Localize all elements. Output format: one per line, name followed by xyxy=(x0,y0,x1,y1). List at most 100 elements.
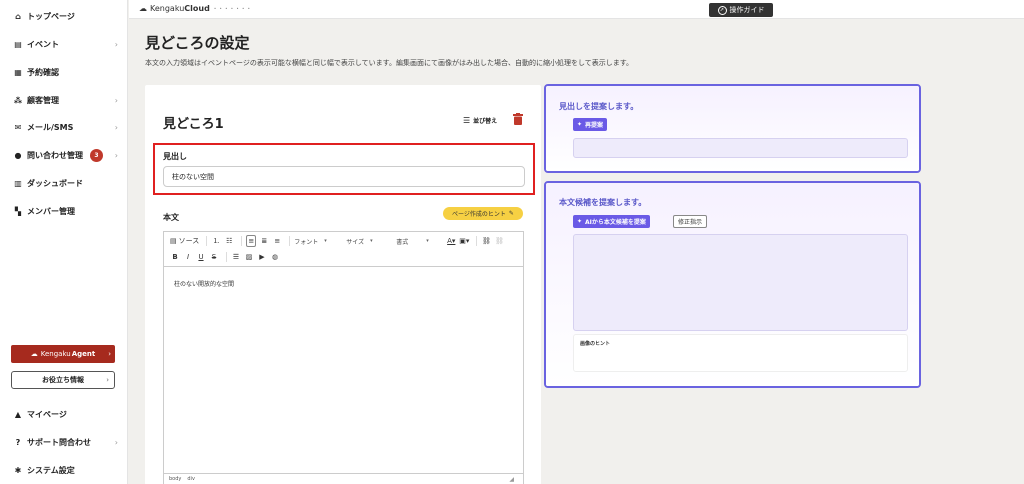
sidebar-item-system-settings[interactable]: ✱ システム設定 xyxy=(12,462,122,478)
link-icon[interactable]: ⛓ xyxy=(481,235,491,247)
ai-heading-title: 見出しを提案します。 xyxy=(559,102,639,111)
format-dropdown[interactable]: 書式 ▾ xyxy=(396,235,442,247)
image-icon[interactable]: ▨ xyxy=(244,251,254,263)
divider xyxy=(241,236,243,246)
sidebar: ⌂ トップページ ▤ イベント › ▦ 予約確認 ⁂ 顧客管理 › ✉ メール/… xyxy=(0,0,128,484)
chevron-right-icon: › xyxy=(106,376,109,384)
page-title: 見どころの設定 xyxy=(145,34,250,52)
chevron-right-icon: › xyxy=(114,122,118,132)
font-label: フォント xyxy=(294,238,319,246)
agent-suffix: Agent xyxy=(71,350,96,358)
operation-guide-button[interactable]: ➚ 操作ガイド xyxy=(709,3,773,17)
trash-icon[interactable] xyxy=(513,113,523,125)
resize-grip-icon[interactable]: ◢ xyxy=(509,476,514,483)
kengaku-cloud-logo[interactable]: ☁ Kengaku Cloud • • • • • • • xyxy=(139,4,251,13)
ai-body-title: 本文候補を提案します。 xyxy=(559,198,647,207)
size-dropdown[interactable]: サイズ ▾ xyxy=(346,235,392,247)
useful-info-button[interactable]: お役立ち情報 › xyxy=(11,371,115,389)
format-label: 書式 xyxy=(396,238,409,246)
rich-text-editor: ▤ ソース ⒈ ☷ ≡ ≣ ≡ フォント ▾ サイズ ▾ 書式 ▾ A▾ ▣▾ ⛓ ⛓ … xyxy=(163,231,524,484)
sidebar-item-mypage[interactable]: ▲ マイページ xyxy=(12,406,122,422)
chevron-right-icon: › xyxy=(114,437,118,447)
sparkle-icon: ✦ xyxy=(577,218,583,225)
sort-button[interactable]: ☰ 並び替え xyxy=(463,116,497,125)
sidebar-item-label: ダッシュボード xyxy=(27,178,83,188)
logo-subtitle: • • • • • • • xyxy=(213,6,251,11)
source-icon: ▤ xyxy=(170,237,177,245)
card-title: 見どころ1 xyxy=(163,117,224,132)
dropdown-arrow-icon: ▾ xyxy=(370,238,373,244)
sidebar-item-label: メール/SMS xyxy=(27,122,74,132)
pencil-icon: ✎ xyxy=(508,210,514,217)
ai-body-suggest-label: AIから本文候補を提案 xyxy=(585,219,646,226)
align-center-icon[interactable]: ≣ xyxy=(259,235,269,247)
document-icon: ▤ xyxy=(14,39,22,49)
source-button[interactable]: ▤ ソース xyxy=(170,235,199,247)
sidebar-item-dashboard[interactable]: ▥ ダッシュボード xyxy=(12,175,122,191)
heading-input[interactable] xyxy=(163,166,525,187)
editor-paragraph: 柱のない開放的な空間 xyxy=(174,281,235,288)
highlight-editor-card: 見どころ1 ☰ 並び替え 見出し 本文 ページ作成のヒント ✎ ▤ソース ⒈ ☷… xyxy=(145,85,541,484)
element-path-div[interactable]: div xyxy=(187,476,195,482)
settings-icon: ✱ xyxy=(14,465,22,475)
editor-content[interactable]: 柱のない開放的な空間 xyxy=(164,267,523,300)
toolbar-row-1: ▤ ソース ⒈ ☷ ≡ ≣ ≡ フォント ▾ サイズ ▾ 書式 ▾ A▾ ▣▾ ⛓ ⛓ xyxy=(170,234,507,248)
customers-icon: ⁂ xyxy=(13,95,23,105)
hint-label: ページ作成のヒント xyxy=(452,211,506,218)
strikethrough-icon[interactable]: S xyxy=(209,251,219,263)
compass-icon: ➚ xyxy=(717,5,727,15)
globe-icon[interactable]: ◍ xyxy=(270,251,280,263)
sparkle-icon: ✦ xyxy=(577,121,583,128)
text-color-icon[interactable]: A▾ xyxy=(446,235,456,247)
sidebar-item-support[interactable]: ? サポート問合わせ › xyxy=(12,434,122,450)
italic-icon[interactable]: I xyxy=(183,251,193,263)
align-left-icon[interactable]: ≡ xyxy=(246,235,257,247)
body-label: 本文 xyxy=(163,213,179,222)
sidebar-item-events[interactable]: ▤ イベント › xyxy=(12,36,122,52)
cloud-icon: ☁ xyxy=(139,4,147,13)
heading-label: 見出し xyxy=(163,152,187,161)
editor-status-bar: body div ◢ xyxy=(164,473,523,484)
divider xyxy=(476,236,478,246)
source-label: ソース xyxy=(178,237,200,245)
bold-icon[interactable]: B xyxy=(170,251,180,263)
sidebar-item-members[interactable]: ▚ メンバー管理 xyxy=(12,203,122,219)
chevron-right-icon: › xyxy=(114,39,118,49)
revise-label: 修正指示 xyxy=(678,219,703,226)
sidebar-item-label: 問い合わせ管理 xyxy=(27,150,83,160)
underline-icon[interactable]: U xyxy=(196,251,206,263)
sidebar-item-inquiries[interactable]: ● 問い合わせ管理 3 › xyxy=(12,147,122,163)
sidebar-item-top[interactable]: ⌂ トップページ xyxy=(12,8,122,24)
horizontal-rule-icon[interactable]: ☰ xyxy=(231,251,241,263)
sidebar-item-mail[interactable]: ✉ メール/SMS › xyxy=(12,119,122,135)
chevron-right-icon: › xyxy=(114,150,118,160)
video-icon[interactable]: ▶ xyxy=(257,251,267,263)
calendar-icon: ▦ xyxy=(14,67,22,77)
logo-suffix: Cloud xyxy=(184,4,210,13)
ai-body-suggest-button[interactable]: ✦ AIから本文候補を提案 xyxy=(573,215,650,228)
editor-toolbar: ▤ ソース ⒈ ☷ ≡ ≣ ≡ フォント ▾ サイズ ▾ 書式 ▾ A▾ ▣▾ ⛓ ⛓ … xyxy=(164,232,523,267)
heading-suggestion-area[interactable] xyxy=(573,138,908,158)
background-color-icon[interactable]: ▣▾ xyxy=(459,235,469,247)
sort-icon: ☰ xyxy=(463,116,471,125)
body-suggestion-textarea[interactable] xyxy=(573,234,908,331)
align-right-icon[interactable]: ≡ xyxy=(272,235,282,247)
resuggest-button[interactable]: ✦ 再提案 xyxy=(573,118,608,131)
mail-icon: ✉ xyxy=(14,122,22,132)
kengaku-agent-button[interactable]: ☁ Kengaku Agent › xyxy=(11,345,115,363)
revise-instruction-button[interactable]: 修正指示 xyxy=(673,215,708,228)
info-button-label: お役立ち情報 xyxy=(42,376,84,384)
font-dropdown[interactable]: フォント ▾ xyxy=(294,235,342,247)
sidebar-item-label: メンバー管理 xyxy=(27,206,75,216)
element-path-body[interactable]: body xyxy=(169,476,181,482)
sidebar-item-customers[interactable]: ⁂ 顧客管理 › xyxy=(12,92,122,108)
numbered-list-icon[interactable]: ⒈ xyxy=(211,235,221,247)
page-hint-button[interactable]: ページ作成のヒント ✎ xyxy=(443,207,523,220)
sidebar-item-reservations[interactable]: ▦ 予約確認 xyxy=(12,64,122,80)
bullet-list-icon[interactable]: ☷ xyxy=(224,235,234,247)
unlink-icon[interactable]: ⛓ xyxy=(494,235,504,247)
chat-icon: ● xyxy=(14,150,22,160)
notification-badge: 3 xyxy=(90,148,103,162)
ai-heading-panel: 見出しを提案します。 ✦ 再提案 xyxy=(544,84,921,173)
sidebar-item-label: マイページ xyxy=(27,409,67,419)
